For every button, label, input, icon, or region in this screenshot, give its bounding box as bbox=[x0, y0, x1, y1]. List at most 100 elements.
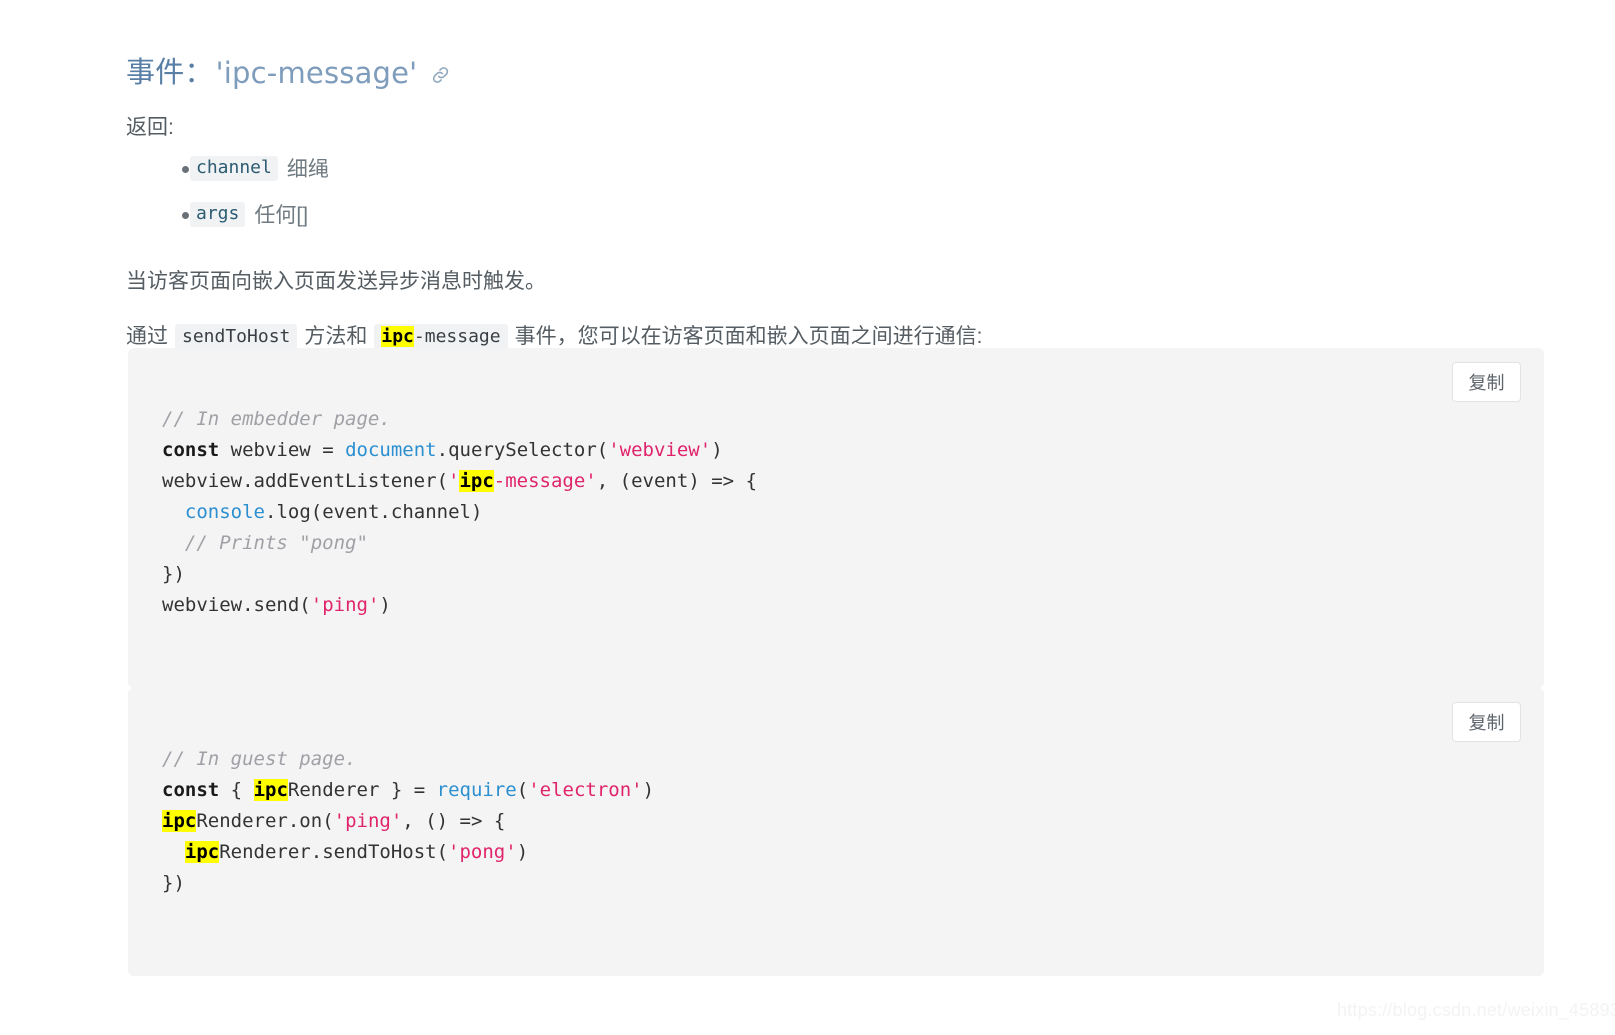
code-string: 'webview' bbox=[608, 439, 712, 461]
code-token: event bbox=[631, 470, 689, 492]
code-comment: // In embedder page. bbox=[162, 408, 391, 430]
code-punct: ( bbox=[436, 841, 449, 863]
code-punct: ) bbox=[173, 872, 185, 894]
code-token: ipcRenderer bbox=[162, 810, 288, 832]
code-punct bbox=[162, 841, 173, 863]
list-item: args 任何[] bbox=[126, 191, 329, 237]
search-highlight: ipc bbox=[253, 779, 288, 801]
code-token: addEventListener bbox=[253, 470, 437, 492]
usage-code-sendtohost: sendToHost bbox=[175, 324, 298, 351]
code-token: ipcRenderer bbox=[184, 841, 311, 863]
code-punct bbox=[425, 779, 436, 801]
param-type: 细绳 bbox=[286, 158, 329, 181]
code-token: event bbox=[322, 501, 380, 523]
code-punct: = bbox=[459, 810, 471, 832]
code-block-guest: 复制 // In guest page. const { ipcRenderer… bbox=[128, 688, 1544, 976]
search-highlight: ipc bbox=[381, 326, 414, 347]
code-punct: ) bbox=[711, 439, 723, 461]
param-type: 任何[] bbox=[254, 204, 309, 227]
code-token: log bbox=[276, 501, 311, 523]
code-punct bbox=[379, 779, 390, 801]
code-content[interactable]: // In embedder page. const webview = doc… bbox=[162, 404, 757, 621]
code-punct: ) bbox=[379, 594, 391, 616]
list-item: channel 细绳 bbox=[126, 145, 329, 191]
code-token: on bbox=[299, 810, 323, 832]
returns-param-list: channel 细绳 args 任何[] bbox=[126, 145, 329, 237]
code-punct: = bbox=[322, 439, 334, 461]
param-name: channel bbox=[190, 155, 278, 181]
code-punct: . bbox=[242, 470, 254, 492]
returns-label: 返回: bbox=[126, 116, 174, 139]
documentation-page: 事件： 'ipc-message' 返回: channel 细绳 args 任何… bbox=[0, 0, 1615, 1035]
code-punct: ( bbox=[322, 810, 334, 832]
code-string: 'ipc-message' bbox=[448, 470, 597, 492]
code-punct: ) bbox=[688, 470, 700, 492]
code-punct bbox=[700, 470, 711, 492]
code-punct: ( bbox=[619, 470, 632, 492]
code-punct: ( bbox=[299, 594, 311, 616]
code-token: const bbox=[162, 779, 220, 801]
code-punct bbox=[173, 841, 184, 863]
search-highlight: ipc bbox=[162, 810, 197, 832]
code-token: channel bbox=[390, 501, 471, 523]
copy-button[interactable]: 复制 bbox=[1452, 702, 1521, 742]
code-punct bbox=[334, 439, 345, 461]
code-punct: ) bbox=[470, 501, 483, 523]
code-punct bbox=[734, 470, 745, 492]
code-punct: = bbox=[413, 779, 426, 801]
link-chain-icon[interactable] bbox=[430, 64, 452, 86]
code-token: webview bbox=[230, 439, 311, 461]
code-token: ipcRenderer bbox=[253, 779, 380, 801]
code-punct: , bbox=[402, 810, 414, 832]
code-punct: . bbox=[242, 594, 254, 616]
code-punct: ) bbox=[173, 563, 185, 585]
code-token: sendToHost bbox=[322, 841, 437, 863]
code-punct bbox=[219, 439, 230, 461]
code-punct: = bbox=[711, 470, 723, 492]
usage-code-ipc-message-rest: -message bbox=[413, 326, 501, 347]
code-punct: { bbox=[745, 470, 758, 492]
code-token: querySelector bbox=[448, 439, 597, 461]
code-token: console bbox=[184, 501, 265, 523]
copy-button[interactable]: 复制 bbox=[1452, 362, 1521, 402]
code-punct: . bbox=[310, 841, 323, 863]
code-punct: , bbox=[596, 470, 609, 492]
code-punct: > bbox=[722, 470, 735, 492]
search-highlight: ipc bbox=[459, 470, 494, 492]
code-punct: . bbox=[379, 501, 391, 523]
code-comment: // In guest page. bbox=[162, 748, 357, 770]
code-punct bbox=[608, 470, 619, 492]
code-punct: ( bbox=[436, 470, 449, 492]
code-content[interactable]: // In guest page. const { ipcRenderer } … bbox=[162, 744, 654, 899]
code-token: document bbox=[345, 439, 437, 461]
code-token: webview bbox=[162, 470, 243, 492]
code-token: require bbox=[436, 779, 517, 801]
code-punct: { bbox=[230, 779, 243, 801]
code-string: 'ping' bbox=[333, 810, 403, 832]
code-string: 'ping' bbox=[310, 594, 380, 616]
code-punct bbox=[219, 779, 230, 801]
code-punct: ( bbox=[516, 779, 529, 801]
page-title-event-name: 'ipc-message' bbox=[215, 56, 418, 91]
code-punct: . bbox=[287, 810, 300, 832]
code-string: 'electron' bbox=[528, 779, 643, 801]
code-punct bbox=[162, 501, 173, 523]
code-punct: ) bbox=[642, 779, 655, 801]
code-punct: } bbox=[390, 779, 403, 801]
code-punct: ) bbox=[436, 810, 449, 832]
code-punct: } bbox=[162, 563, 174, 585]
code-punct: ( bbox=[310, 501, 323, 523]
trigger-description: 当访客页面向嵌入页面发送异步消息时触发。 bbox=[126, 270, 546, 293]
code-punct: ) bbox=[516, 841, 529, 863]
code-punct bbox=[482, 810, 493, 832]
code-punct bbox=[448, 810, 459, 832]
code-punct bbox=[414, 810, 425, 832]
code-punct: } bbox=[162, 872, 174, 894]
search-highlight: ipc bbox=[184, 841, 220, 863]
code-token: send bbox=[253, 594, 300, 616]
code-punct bbox=[242, 779, 253, 801]
code-punct: . bbox=[436, 439, 449, 461]
code-punct bbox=[311, 439, 322, 461]
code-string: 'pong' bbox=[448, 841, 517, 863]
page-title: 事件： 'ipc-message' bbox=[126, 53, 452, 93]
